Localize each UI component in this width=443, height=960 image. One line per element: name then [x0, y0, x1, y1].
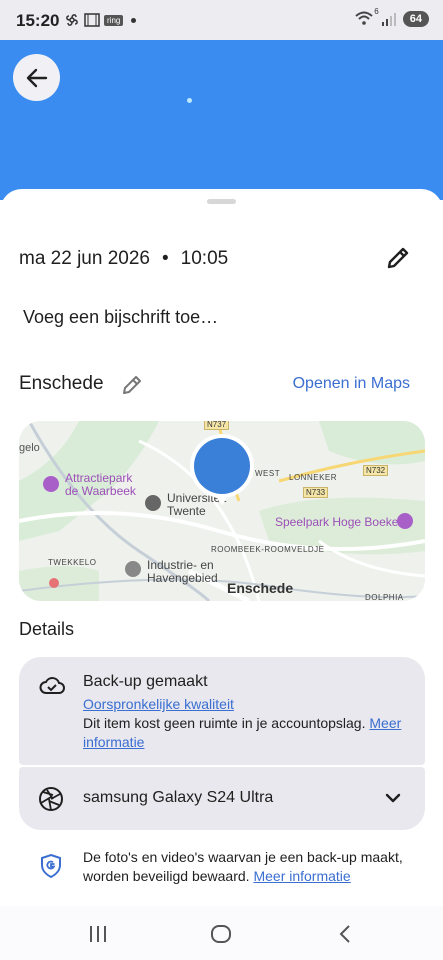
- sheet-drag-handle[interactable]: [207, 199, 236, 204]
- speelpark-pin-icon: [397, 513, 413, 529]
- status-system-icons: 6 64: [355, 7, 429, 27]
- attractiepark-pin-icon: [43, 476, 59, 492]
- home-icon[interactable]: [210, 923, 232, 945]
- map-label-roombeek: ROOMBEEK-ROOMVELDJE: [211, 545, 325, 554]
- security-more-info-link[interactable]: Meer informatie: [253, 868, 350, 884]
- map-label-attractiepark: Attractiepark de Waarbeek: [65, 471, 136, 498]
- photo-location-pin[interactable]: [189, 433, 255, 507]
- map-label-west: WEST: [255, 469, 281, 478]
- map-label-enschede: Enschede: [227, 580, 294, 596]
- edit-location-pencil-icon[interactable]: [120, 373, 144, 397]
- map-label-gelo: gelo: [19, 442, 40, 454]
- map-label-industrie: Industrie- en Havengebied: [147, 558, 218, 585]
- backup-card: Back-up gemaakt Oorspronkelijke kwalitei…: [19, 657, 425, 765]
- status-time: 15:20: [16, 11, 60, 30]
- open-in-maps-link[interactable]: Openen in Maps: [293, 375, 410, 393]
- wifi-badge: 6: [374, 7, 379, 16]
- device-name: samsung Galaxy S24 Ultra: [83, 789, 274, 806]
- signal-icon: [381, 13, 396, 26]
- original-quality-link[interactable]: Oorspronkelijke kwaliteit: [83, 696, 234, 712]
- dot-icon: [131, 17, 137, 23]
- university-pin-icon: [145, 495, 161, 511]
- cloud-check-icon: [39, 677, 65, 694]
- road-n732: N732: [363, 465, 389, 476]
- details-heading: Details: [19, 619, 75, 639]
- location-map[interactable]: gelo N737 N732 N733 Attractiepark de Waa…: [19, 421, 425, 601]
- backup-description: Dit item kost geen ruimte in je accounto…: [83, 715, 402, 750]
- film-icon: [84, 13, 100, 27]
- map-label-speelpark: Speelpark Hoge Boekel: [275, 515, 402, 529]
- map-label-lonneker: LONNEKER: [289, 473, 338, 482]
- ring-app-icon: ring: [104, 14, 124, 26]
- location-name: Enschede: [19, 373, 104, 394]
- system-nav-bar: [0, 906, 443, 960]
- security-note: De foto's en video's waarvan je een back…: [83, 849, 403, 884]
- photo-preview[interactable]: [0, 40, 443, 200]
- chevron-down-icon[interactable]: [383, 788, 403, 808]
- battery-indicator: 64: [402, 11, 429, 27]
- back-nav-icon[interactable]: [334, 923, 356, 945]
- datetime-separator: •: [162, 248, 169, 269]
- device-card[interactable]: samsung Galaxy S24 Ultra: [19, 767, 425, 830]
- industrie-pin-icon: [125, 561, 141, 577]
- road-n733: N733: [303, 487, 329, 498]
- photo-date: ma 22 jun 2026: [19, 248, 150, 269]
- recent-apps-icon[interactable]: [87, 923, 109, 945]
- backup-title: Back-up gemaakt: [83, 673, 208, 690]
- caption-input[interactable]: Voeg een bijschrift toe…: [23, 307, 218, 328]
- pinwheel-icon: [66, 14, 78, 26]
- google-shield-icon: [41, 853, 61, 879]
- photo-time: 10:05: [180, 248, 229, 269]
- back-button[interactable]: [13, 54, 60, 101]
- photo-datetime: ma 22 jun 2026 • 10:05: [19, 248, 228, 270]
- wifi-icon: 6: [355, 7, 379, 27]
- road-n737: N737: [204, 421, 230, 430]
- status-bar: 15:20 ring 6 64: [0, 0, 443, 40]
- arrow-left-icon: [26, 68, 47, 87]
- map-label-dolphia: DOLPHIA: [365, 593, 404, 601]
- map-label-twekkelo: TWEKKELO: [48, 558, 97, 567]
- camera-aperture-icon: [39, 787, 63, 811]
- status-notification-icons: ring: [64, 12, 137, 28]
- edit-datetime-pencil-icon[interactable]: [385, 245, 411, 271]
- photo-detail: [187, 98, 192, 103]
- info-sheet: ma 22 jun 2026 • 10:05 Voeg een bijschri…: [0, 189, 443, 960]
